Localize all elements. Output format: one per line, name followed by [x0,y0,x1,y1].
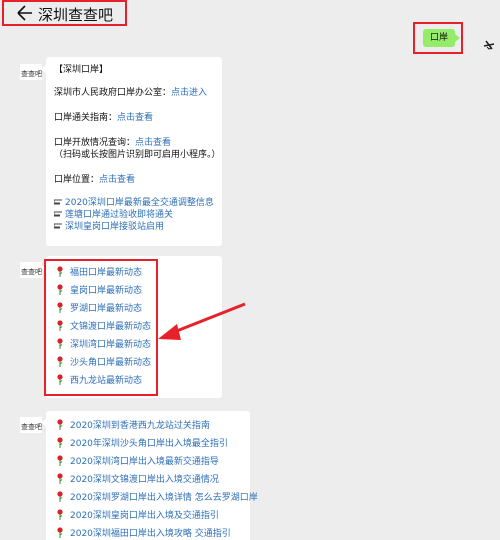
svg-text:查查吧: 查查吧 [21,422,42,431]
open-status-link[interactable]: 点击查看 [135,138,171,148]
bot-avatar[interactable]: 查查吧 [20,262,42,278]
list-item[interactable]: 2020深圳湾口岸出入境最新交通指导 [56,455,219,468]
user-message-highlight: 口岸 [413,22,463,54]
rose-icon [57,437,63,448]
list-item[interactable]: 2020深圳文锦渡口岸出入境交通情况 [56,473,219,486]
svg-text:查查吧: 查查吧 [21,267,42,276]
location-row: 口岸位置：点击查看 [54,174,135,186]
rose-icon [57,527,63,538]
office-link[interactable]: 点击进入 [171,88,207,98]
rose-icon [57,491,63,502]
list-item[interactable]: 2020年深圳沙头角口岸出入境最全指引 [56,437,228,450]
guide-row: 口岸通关指南：点击查看 [54,112,153,124]
guide-label: 口岸通关指南： [54,113,118,123]
office-label: 深圳市人民政府口岸办公室： [54,88,172,98]
list-item[interactable]: 2020深圳到香港西九龙站过关指南 [56,419,210,432]
chat-title: 深圳查查吧 [38,6,114,24]
location-link[interactable]: 点击查看 [99,175,135,185]
open-status-note: （扫码或长按图片识别即可启用小程序。） [54,150,221,160]
port-updates-highlight-box [44,259,158,396]
message-heading: 【深圳口岸】 [54,65,109,75]
guide-link[interactable]: 点击查看 [117,113,153,123]
list-item[interactable]: 2020深圳皇岗口岸出入境及交通指引 [56,509,219,522]
port-info-message: 【深圳口岸】 深圳市人民政府口岸办公室：点击进入 口岸通关指南：点击查看 口岸开… [41,57,222,246]
port-guides-message: 2020深圳到香港西九龙站过关指南 2020年深圳沙头角口岸出入境最全指引 20… [41,411,258,540]
bot-avatar[interactable]: 查查吧 [20,64,42,80]
rose-icon [57,419,63,430]
location-label: 口岸位置： [54,175,100,185]
news-link[interactable]: 深圳皇岗口岸接驳站启用 [54,221,164,233]
news-link[interactable]: 2020深圳口岸最新最全交通调整信息 [54,197,214,209]
rose-icon [57,455,63,466]
list-item[interactable]: 2020深圳罗湖口岸出入境详情 怎么去罗湖口岸 [56,491,258,504]
user-avatar[interactable] [470,28,496,54]
user-message-bubble[interactable]: 口岸 [423,29,460,47]
rose-icon [57,473,63,484]
pointing-hand-icon [54,199,62,205]
pointing-hand-icon [54,223,62,229]
list-item[interactable]: 2020深圳福田口岸出入境攻略 交通指引 [56,527,231,540]
svg-text:查查吧: 查查吧 [21,69,42,78]
news-link[interactable]: 莲塘口岸通过验收即将通关 [54,209,173,221]
pointing-hand-icon [54,211,62,217]
bot-avatar[interactable]: 查查吧 [20,417,42,433]
open-status-row: 口岸开放情况查询：点击查看 [54,137,171,149]
office-row: 深圳市人民政府口岸办公室：点击进入 [54,87,207,99]
annotation-arrow [158,302,246,340]
open-status-label: 口岸开放情况查询： [54,138,136,148]
back-arrow-icon[interactable] [16,3,34,23]
rose-icon [57,509,63,520]
